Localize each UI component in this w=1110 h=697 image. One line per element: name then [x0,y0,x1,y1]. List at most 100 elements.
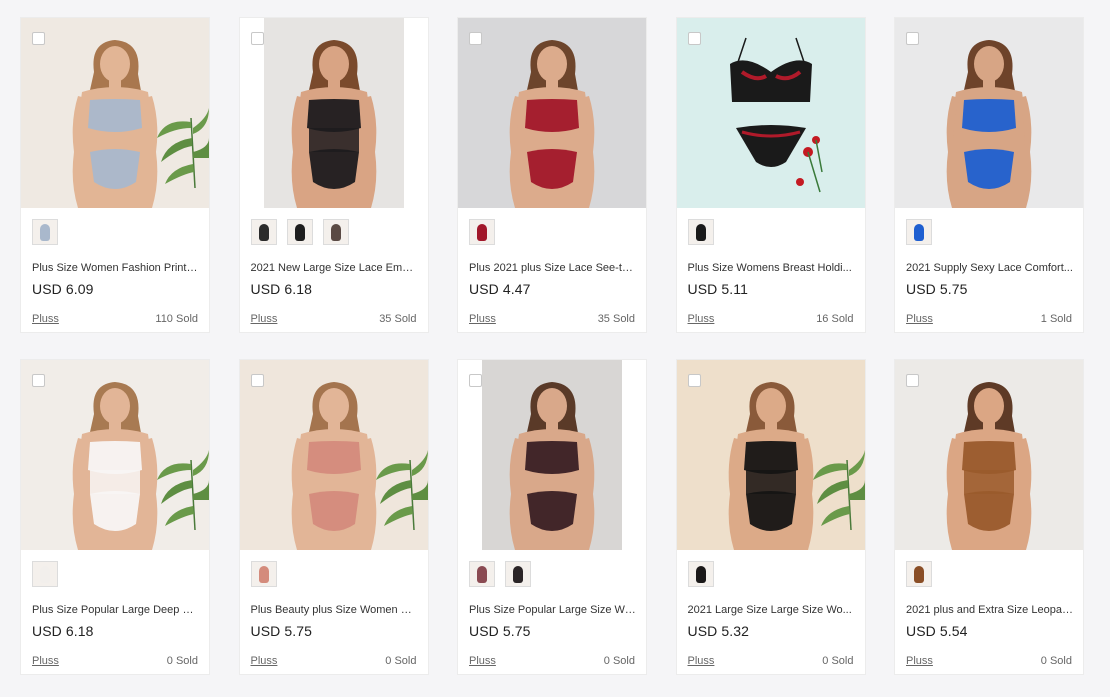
select-checkbox[interactable] [906,32,919,45]
variant-swatches [469,219,495,245]
plant-decoration [155,440,209,531]
store-link[interactable]: Pluss [32,313,59,325]
plant-decoration [374,440,428,531]
product-title[interactable]: Plus Beauty plus Size Women Cl... [251,604,419,616]
product-title[interactable]: Plus 2021 plus Size Lace See-thr... [469,262,637,274]
product-title[interactable]: Plus Size Women Fashion Printe... [32,262,200,274]
sold-count: 35 Sold [597,313,635,325]
select-checkbox[interactable] [32,32,45,45]
product-card[interactable]: Plus Size Popular Large Size Wo... USD 5.… [457,359,647,675]
product-photo-scene [263,18,404,208]
product-price: USD 5.75 [469,623,531,639]
product-price: USD 6.18 [32,623,94,639]
product-photo-scene [676,360,865,550]
product-image[interactable] [458,360,646,550]
product-title[interactable]: 2021 New Large Size Lace Embr... [251,262,419,274]
product-title[interactable]: 2021 Large Size Large Size Wo... [688,604,856,616]
variant-swatches [32,561,58,587]
variant-swatches [687,561,714,587]
sold-count: 16 Sold [816,313,854,325]
product-card[interactable]: Plus Size Women Fashion Printe... USD 6.0… [20,17,210,333]
variant-swatch[interactable] [286,219,313,245]
store-link[interactable]: Pluss [906,655,933,667]
product-model [716,32,826,208]
select-checkbox[interactable] [32,374,45,387]
select-checkbox[interactable] [687,32,701,45]
product-model [60,32,170,208]
product-image[interactable] [676,360,865,550]
variant-swatches [250,561,277,587]
product-image[interactable] [21,360,209,550]
store-link[interactable]: Pluss [251,655,278,667]
product-price: USD 5.32 [687,623,749,639]
product-card[interactable]: Plus Beauty plus Size Women Cl... USD 5.7… [238,359,429,675]
plant-decoration [811,440,865,531]
store-link[interactable]: Pluss [906,313,933,325]
product-photo-scene [482,360,622,550]
product-model [934,32,1044,208]
product-image[interactable] [239,18,428,208]
sold-count: 1 Sold [1040,313,1072,325]
product-title[interactable]: Plus Size Womens Breast Holdi... [688,262,856,274]
store-link[interactable]: Pluss [688,313,715,325]
variant-swatches [906,219,932,245]
sold-count: 0 Sold [822,655,854,667]
product-image[interactable] [458,18,646,208]
variant-swatch[interactable] [469,561,495,587]
product-image[interactable] [676,18,865,208]
product-image[interactable] [21,18,209,208]
product-price: USD 5.75 [906,281,968,297]
product-photo-scene [239,360,428,550]
product-model [60,374,170,550]
variant-swatch[interactable] [250,219,277,245]
product-photo-scene [21,18,209,208]
product-card[interactable]: 2021 plus and Extra Size Leopar... USD 5.… [894,359,1084,675]
product-card[interactable]: Plus Size Womens Breast Holdi... USD 5.11… [675,17,866,333]
product-card[interactable]: 2021 Large Size Large Size Wo... USD 5.32… [675,359,866,675]
product-image[interactable] [239,360,428,550]
store-link[interactable]: Pluss [32,655,59,667]
product-title[interactable]: Plus Size Popular Large Size Wo... [469,604,637,616]
product-photo-scene [21,360,209,550]
variant-swatch[interactable] [687,561,714,587]
variant-swatch[interactable] [505,561,531,587]
variant-swatch[interactable] [469,219,495,245]
product-price: USD 5.75 [250,623,312,639]
store-link[interactable]: Pluss [469,655,496,667]
product-model [497,32,607,208]
store-link[interactable]: Pluss [251,313,278,325]
select-checkbox[interactable] [250,32,264,45]
product-title[interactable]: 2021 Supply Sexy Lace Comfort... [906,262,1074,274]
product-card[interactable]: 2021 New Large Size Lace Embr... USD 6.18… [238,17,429,333]
variant-swatch[interactable] [906,561,932,587]
product-photo-scene [895,360,1083,550]
product-card[interactable]: Plus Size Popular Large Deep V ... USD 6.… [20,359,210,675]
sold-count: 0 Sold [1040,655,1072,667]
sold-count: 0 Sold [603,655,635,667]
variant-swatch[interactable] [906,219,932,245]
select-checkbox[interactable] [469,32,482,45]
variant-swatches [32,219,58,245]
product-model [497,374,607,550]
select-checkbox[interactable] [906,374,919,387]
product-image[interactable] [895,18,1083,208]
variant-swatch[interactable] [250,561,277,587]
select-checkbox[interactable] [469,374,482,387]
variant-swatch[interactable] [32,561,58,587]
sold-count: 35 Sold [379,313,417,325]
variant-swatch[interactable] [687,219,714,245]
store-link[interactable]: Pluss [688,655,715,667]
variant-swatches [906,561,932,587]
select-checkbox[interactable] [250,374,264,387]
product-card[interactable]: 2021 Supply Sexy Lace Comfort... USD 5.75… [894,17,1084,333]
product-image[interactable] [895,360,1083,550]
store-link[interactable]: Pluss [469,313,496,325]
product-title[interactable]: Plus Size Popular Large Deep V ... [32,604,200,616]
product-title[interactable]: 2021 plus and Extra Size Leopar... [906,604,1074,616]
select-checkbox[interactable] [687,374,701,387]
sold-count: 0 Sold [166,655,198,667]
product-model [279,374,389,550]
variant-swatch[interactable] [32,219,58,245]
variant-swatch[interactable] [322,219,349,245]
product-card[interactable]: Plus 2021 plus Size Lace See-thr... USD 4… [457,17,647,333]
